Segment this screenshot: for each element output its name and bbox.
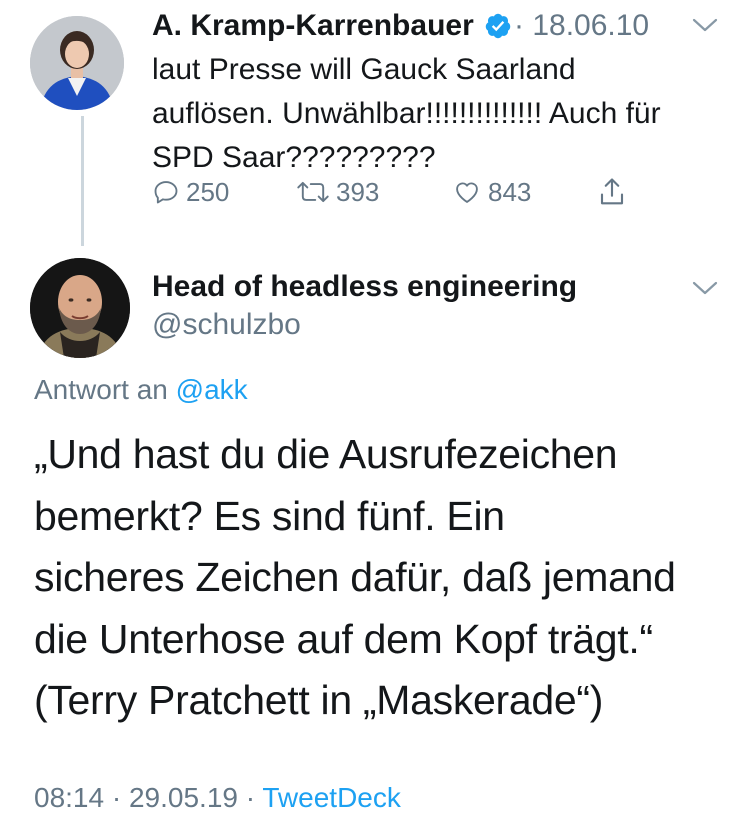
share-button[interactable] [597, 172, 633, 212]
reply-prefix: Antwort an [34, 374, 168, 405]
retweet-button[interactable]: 393 [296, 172, 379, 212]
profile-photo-akk [30, 16, 124, 110]
tweet-date[interactable]: · 18.06.10 [514, 7, 649, 45]
thread-connector-line [81, 116, 84, 246]
author-name[interactable]: A. Kramp-Karrenbauer [152, 7, 474, 45]
footer-separator: · [245, 782, 256, 813]
like-count: 843 [488, 176, 532, 207]
share-icon [600, 178, 624, 205]
tweet-time[interactable]: 08:14 [34, 782, 104, 813]
reply-to-link[interactable]: @akk [176, 374, 248, 405]
retweet-count: 393 [336, 176, 380, 207]
tweet-footer: 08:14 · 29.05.19 · TweetDeck [34, 780, 401, 816]
reply-button[interactable]: 250 [152, 172, 229, 212]
profile-photo-schulzbo [30, 258, 130, 358]
tweet-text: laut Presse will Gauck Saarland auflösen… [152, 53, 661, 174]
avatar-akk[interactable] [30, 16, 124, 110]
tweet-date[interactable]: 29.05.19 [129, 782, 238, 813]
reply-count: 250 [186, 176, 230, 207]
date-text[interactable]: 18.06.10 [532, 9, 649, 42]
retweet-icon [297, 181, 329, 203]
verified-badge-icon [485, 13, 511, 39]
chevron-down-icon[interactable] [690, 14, 720, 36]
reply-context: Antwort an @akk [34, 372, 248, 408]
tweet-source-link[interactable]: TweetDeck [262, 782, 401, 813]
footer-separator: · [111, 782, 122, 813]
author-handle[interactable]: @schulzbo [152, 306, 301, 344]
tweet-text: „Und hast du die Ausrufezeichen bemerkt?… [34, 431, 676, 723]
reply-icon [154, 181, 178, 204]
author-name[interactable]: Head of headless engineering [152, 268, 577, 306]
chevron-down-icon[interactable] [690, 277, 720, 299]
like-icon [456, 182, 478, 203]
meta-separator: · [514, 9, 524, 42]
like-button[interactable]: 843 [452, 172, 531, 212]
avatar-schulzbo[interactable] [30, 258, 130, 358]
